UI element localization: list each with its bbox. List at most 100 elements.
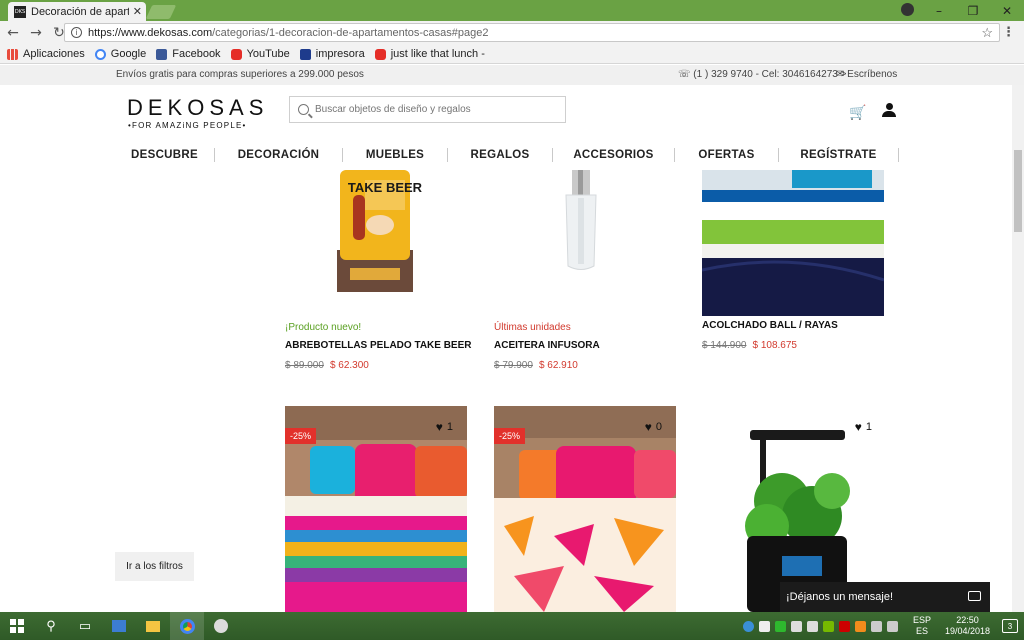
help-icon[interactable] [742, 620, 754, 632]
product-card[interactable]: TAKE BEER ¡Producto nuevo! ABREBOTELLAS … [285, 170, 472, 375]
site-topbar: Envíos gratis para compras superiores a … [0, 65, 1024, 85]
nvidia-icon[interactable] [822, 620, 834, 632]
like-count: 0 [655, 421, 662, 433]
device-icon[interactable] [806, 620, 818, 632]
search-icon[interactable] [298, 104, 309, 115]
people-icon[interactable] [758, 620, 770, 632]
like-counter[interactable]: ♥ 0 [645, 420, 662, 434]
task-view-icon[interactable]: ▭ [68, 612, 102, 640]
current-price: $ 62.910 [538, 360, 578, 371]
forward-icon[interactable]: → [26, 25, 46, 41]
nav-regalos[interactable]: REGALOS [448, 148, 553, 162]
nav-decoracion[interactable]: DECORACIÓN [215, 148, 343, 162]
network-app-icon[interactable] [102, 612, 136, 640]
windows-taskbar: ⚲ ▭ ESP ES 22:50 19/04/2018 3 [0, 612, 1024, 640]
info-icon[interactable]: i [71, 27, 82, 38]
google-icon [94, 48, 106, 60]
nav-descubre[interactable]: DESCUBRE [115, 148, 215, 162]
paint-icon[interactable] [204, 612, 238, 640]
product-card[interactable]: ACOLCHADO BALL / RAYAS $ 144.900 $ 108.67… [702, 170, 884, 375]
current-price: $ 62.300 [329, 360, 369, 371]
like-count: 1 [865, 421, 872, 433]
bookmark-youtube[interactable]: YouTube [230, 48, 290, 60]
youtube-icon [230, 48, 242, 60]
product-image[interactable] [702, 170, 884, 316]
notification-count: 3 [1007, 621, 1013, 631]
product-name[interactable]: ABREBOTELLAS PELADO TAKE BEER [285, 340, 472, 351]
notifications-icon[interactable]: 3 [1002, 619, 1018, 633]
language-indicator[interactable]: ESP ES [913, 615, 931, 637]
bookmark-facebook[interactable]: Facebook [156, 48, 221, 60]
product-image[interactable] [494, 170, 676, 298]
chat-label: ¡Déjanos un mensaje! [786, 591, 894, 603]
write-us-text: Escríbenos [847, 69, 898, 80]
browser-menu-icon[interactable]: ⋮ [1002, 25, 1015, 40]
file-explorer-icon[interactable] [136, 612, 170, 640]
tray-icons [742, 620, 903, 632]
minimize-icon[interactable]: – [922, 4, 956, 18]
facebook-icon [156, 48, 168, 60]
site-logo[interactable]: DEKOSAS [127, 95, 268, 121]
contact-phone[interactable]: ☏ (1 ) 329 9740 - Cel: 3046164273 > [678, 69, 846, 80]
heart-icon[interactable]: ♥ [645, 420, 652, 434]
product-card[interactable]: Últimas unidades ACEITERA INFUSORA $ 79.… [494, 170, 676, 375]
security-icon[interactable] [774, 620, 786, 632]
like-counter[interactable]: ♥ 1 [436, 420, 453, 434]
start-button[interactable] [0, 612, 34, 640]
bookmark-star-icon[interactable]: ☆ [981, 25, 993, 41]
search-taskbar-icon[interactable]: ⚲ [34, 612, 68, 640]
back-icon[interactable]: ← [3, 25, 23, 41]
close-window-icon[interactable]: ✕ [990, 4, 1024, 18]
chat-widget[interactable]: ¡Déjanos un mensaje! [780, 582, 990, 612]
heart-icon[interactable]: ♥ [855, 420, 862, 434]
product-name[interactable]: ACOLCHADO BALL / RAYAS [702, 320, 838, 331]
bookmark-label: impresora [315, 48, 365, 60]
wifi-icon[interactable] [870, 620, 882, 632]
scrollbar-thumb[interactable] [1014, 150, 1022, 232]
page-scrollbar[interactable] [1012, 85, 1024, 612]
volume-icon[interactable] [886, 620, 898, 632]
search-input[interactable] [315, 104, 555, 115]
user-icon[interactable] [882, 103, 896, 118]
usb-icon[interactable] [790, 620, 802, 632]
nav-ofertas[interactable]: OFERTAS [675, 148, 779, 162]
nav-accesorios[interactable]: ACCESORIOS [553, 148, 675, 162]
bookmark-lunch-video[interactable]: just like that lunch - [374, 48, 485, 60]
language-code: ESP [912, 615, 931, 625]
pdf-icon[interactable] [838, 620, 850, 632]
restore-icon[interactable]: ❐ [956, 4, 990, 18]
chat-icon[interactable] [968, 591, 981, 601]
browser-tab[interactable]: DKS Decoración de apartame ✕ [8, 2, 146, 21]
product-card[interactable]: -25% ♥ 1 [285, 406, 467, 612]
like-counter[interactable]: ♥ 1 [855, 420, 872, 434]
discount-badge: -25% [494, 428, 526, 444]
nav-registrate[interactable]: REGÍSTRATE [779, 148, 899, 162]
product-card[interactable]: -25% ♥ 0 [494, 406, 676, 612]
nav-muebles[interactable]: MUEBLES [343, 148, 448, 162]
discount-badge: -25% [285, 428, 317, 444]
bookmark-impresora[interactable]: impresora [299, 48, 365, 60]
cart-icon[interactable]: 🛒 [849, 104, 866, 121]
bookmark-apps[interactable]: Aplicaciones [7, 48, 85, 60]
app-tray-icon[interactable] [854, 620, 866, 632]
heart-icon[interactable]: ♥ [436, 420, 443, 434]
bookmark-google[interactable]: Google [94, 48, 146, 60]
write-us-link[interactable]: ✉ Escríbenos [836, 69, 897, 80]
product-name[interactable]: ACEITERA INFUSORA [494, 340, 600, 351]
keyboard-code: ES [915, 626, 928, 636]
product-image[interactable]: TAKE BEER [285, 170, 467, 298]
product-tag: ¡Producto nuevo! [285, 322, 362, 333]
printer-icon [299, 48, 311, 60]
window-controls: – ❐ ✕ [922, 0, 1024, 21]
profile-icon[interactable] [901, 3, 914, 16]
go-to-filters-button[interactable]: Ir a los filtros [115, 552, 194, 581]
address-bar[interactable]: i https://www.dekosas.com/categorias/1-d… [64, 23, 1000, 42]
browser-tabstrip: DKS Decoración de apartame ✕ – ❐ ✕ [0, 0, 1024, 21]
product-grid: TAKE BEER ¡Producto nuevo! ABREBOTELLAS … [0, 170, 1012, 612]
new-tab-button[interactable] [145, 5, 177, 19]
browser-toolbar: ← → ↻ i https://www.dekosas.com/categori… [0, 21, 1024, 45]
old-price: $ 144.900 [702, 340, 747, 351]
clock[interactable]: 22:50 19/04/2018 [945, 615, 990, 637]
close-tab-icon[interactable]: ✕ [133, 5, 142, 18]
chrome-icon[interactable] [170, 612, 204, 640]
